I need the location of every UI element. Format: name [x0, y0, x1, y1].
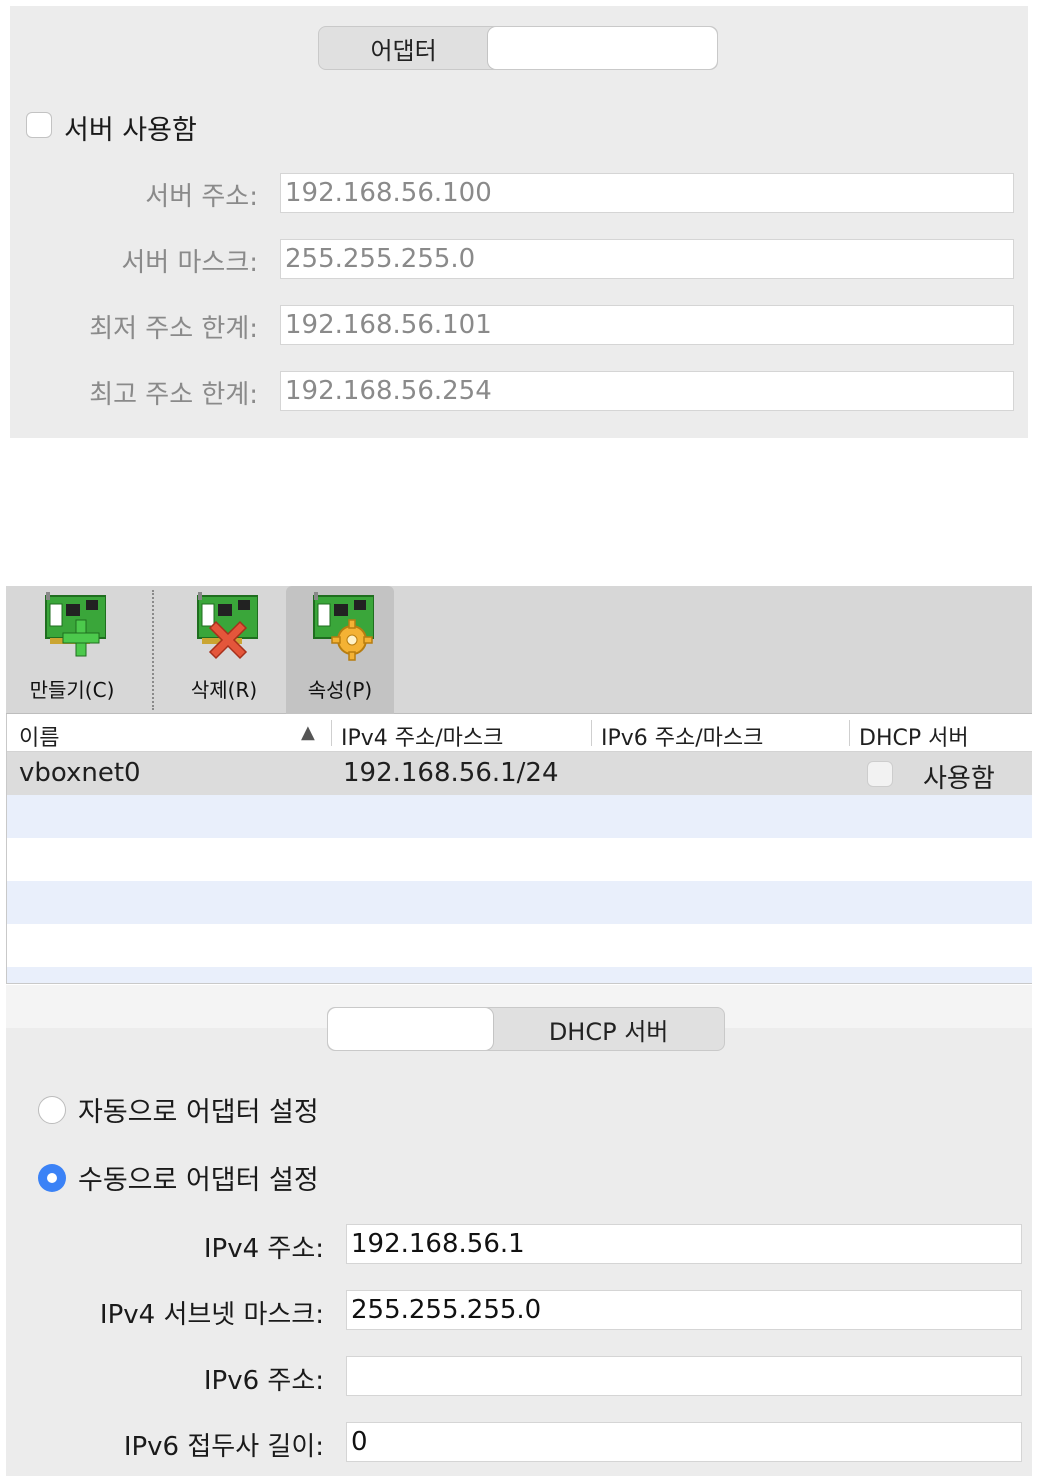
host-network-table: 이름 ▲ IPv4 주소/마스크 IPv6 주소/마스크 DHCP 서버 vbo… [6, 714, 1032, 984]
tab-blank[interactable] [488, 27, 717, 69]
upper-bound-field[interactable]: 192.168.56.254 [280, 371, 1014, 411]
table-row-empty [7, 795, 1032, 838]
table-row[interactable]: vboxnet0 192.168.56.1/24 사용함 [7, 752, 1032, 795]
auto-config-label: 자동으로 어댑터 설정 [78, 1097, 319, 1128]
column-divider [849, 720, 850, 746]
auto-config-radio[interactable] [38, 1096, 66, 1124]
lower-bound-label: 최저 주소 한계: [89, 314, 258, 344]
column-header-ipv4[interactable]: IPv4 주소/마스크 [341, 720, 503, 752]
column-header-name[interactable]: 이름 [19, 720, 59, 752]
properties-button[interactable]: 속성(P) [286, 586, 394, 714]
toolbar-separator [152, 590, 154, 710]
ipv4-netmask-label: IPv4 서브넷 마스크: [99, 1300, 324, 1330]
upper-bound-label: 최고 주소 한계: [89, 380, 258, 410]
table-row-empty [7, 881, 1032, 924]
tab-dhcp-server[interactable]: DHCP 서버 [493, 1008, 724, 1050]
dhcp-enabled-checkbox[interactable] [867, 761, 893, 787]
ipv6-prefix-label: IPv6 접두사 길이: [123, 1432, 324, 1462]
table-row-empty [7, 967, 1032, 983]
network-name-cell: vboxnet0 [19, 758, 141, 788]
sort-ascending-icon: ▲ [301, 722, 315, 743]
column-header-dhcp[interactable]: DHCP 서버 [859, 720, 969, 752]
ipv4-netmask-field[interactable]: 255.255.255.0 [346, 1290, 1022, 1330]
table-row-empty [7, 924, 1032, 967]
network-card-properties-icon [313, 592, 374, 661]
server-mask-label: 서버 마스크: [121, 248, 258, 278]
column-divider [331, 720, 332, 746]
tab-adapter[interactable]: 어댑터 [319, 27, 488, 69]
table-row-empty [7, 838, 1032, 881]
top-tab-bar: 어댑터 [318, 26, 718, 70]
server-address-label: 서버 주소: [145, 182, 258, 212]
dhcp-enabled-label: 사용함 [923, 764, 995, 794]
ipv6-address-label: IPv6 주소: [203, 1366, 324, 1396]
network-card-add-icon [45, 592, 106, 657]
ipv6-address-field[interactable] [346, 1356, 1022, 1396]
enable-server-label: 서버 사용함 [64, 115, 197, 146]
host-network-toolbar: 만들기(C) 삭제(R) 속성(P) [6, 586, 1032, 714]
table-header: 이름 ▲ IPv4 주소/마스크 IPv6 주소/마스크 DHCP 서버 [7, 714, 1032, 752]
remove-button[interactable]: 삭제(R) [170, 586, 278, 714]
manual-config-label: 수동으로 어댑터 설정 [78, 1165, 319, 1196]
column-header-ipv6[interactable]: IPv6 주소/마스크 [601, 720, 763, 752]
ipv6-prefix-field[interactable]: 0 [346, 1422, 1022, 1462]
ipv4-address-field[interactable]: 192.168.56.1 [346, 1224, 1022, 1264]
lower-bound-field[interactable]: 192.168.56.101 [280, 305, 1014, 345]
tab-adapter-blank[interactable] [328, 1008, 494, 1050]
properties-label: 속성(P) [307, 678, 373, 702]
enable-server-checkbox[interactable] [26, 112, 52, 138]
create-label: 만들기(C) [29, 678, 115, 702]
network-card-remove-icon [197, 592, 258, 660]
remove-label: 삭제(R) [190, 678, 258, 702]
server-address-field[interactable]: 192.168.56.100 [280, 173, 1014, 213]
bottom-tab-bar: DHCP 서버 [327, 1007, 725, 1051]
column-divider [591, 720, 592, 746]
ipv4-address-label: IPv4 주소: [203, 1234, 324, 1264]
ipv4-cell: 192.168.56.1/24 [343, 758, 559, 788]
server-mask-field[interactable]: 255.255.255.0 [280, 239, 1014, 279]
manual-config-radio[interactable] [38, 1164, 66, 1192]
create-button[interactable]: 만들기(C) [18, 586, 126, 714]
